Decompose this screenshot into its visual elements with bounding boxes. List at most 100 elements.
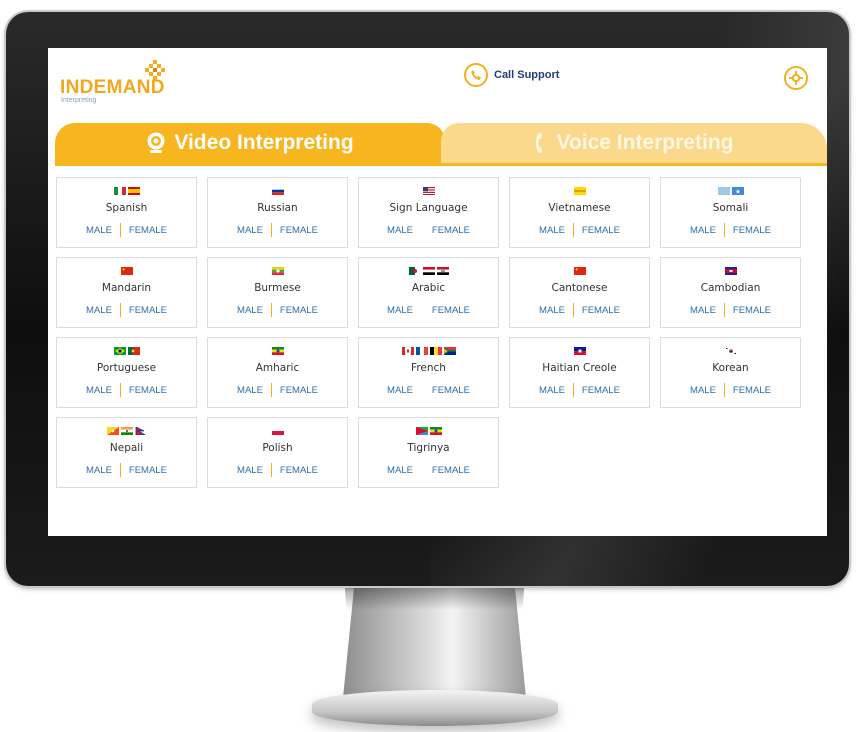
gender-options: MALE FEMALE bbox=[208, 303, 347, 317]
female-interpreter-link[interactable]: FEMALE bbox=[432, 305, 470, 316]
language-card[interactable]: Cambodian MALE FEMALE bbox=[660, 257, 801, 328]
flag-france-icon bbox=[415, 347, 428, 355]
female-interpreter-link[interactable]: FEMALE bbox=[733, 385, 771, 396]
gender-options: MALE FEMALE bbox=[510, 223, 649, 237]
flag-group bbox=[661, 187, 800, 195]
flag-usa-icon bbox=[422, 187, 435, 195]
tab-video-interpreting[interactable]: Video Interpreting bbox=[55, 123, 445, 163]
flag-korea-icon bbox=[724, 347, 737, 355]
female-interpreter-link[interactable]: FEMALE bbox=[280, 225, 318, 236]
tab-video-label: Video Interpreting bbox=[174, 131, 354, 154]
language-grid: Spanish MALE FEMALE Russian MALE FEMALE Sign L… bbox=[56, 177, 801, 488]
flag-group bbox=[208, 267, 347, 275]
flag-group bbox=[57, 187, 196, 195]
gender-options: MALE FEMALE bbox=[208, 383, 347, 397]
language-card[interactable]: Burmese MALE FEMALE bbox=[207, 257, 348, 328]
flag-poland-icon bbox=[271, 427, 284, 435]
language-card[interactable]: Nepali MALE FEMALE bbox=[56, 417, 197, 488]
gender-options: MALE FEMALE bbox=[57, 303, 196, 317]
female-interpreter-link[interactable]: FEMALE bbox=[280, 465, 318, 476]
flag-eritrea-icon bbox=[415, 427, 428, 435]
male-interpreter-link[interactable]: MALE bbox=[86, 465, 112, 476]
female-interpreter-link[interactable]: FEMALE bbox=[129, 225, 167, 236]
female-interpreter-link[interactable]: FEMALE bbox=[129, 385, 167, 396]
flag-group bbox=[57, 347, 196, 355]
language-card[interactable]: French MALE FEMALE bbox=[358, 337, 499, 408]
settings-gear-icon[interactable] bbox=[784, 66, 808, 90]
language-name: Russian bbox=[257, 202, 298, 214]
male-interpreter-link[interactable]: MALE bbox=[387, 465, 413, 476]
male-interpreter-link[interactable]: MALE bbox=[387, 225, 413, 236]
male-interpreter-link[interactable]: MALE bbox=[539, 385, 565, 396]
language-name: Amharic bbox=[255, 362, 300, 374]
language-card[interactable]: Polish MALE FEMALE bbox=[207, 417, 348, 488]
flag-ethiopia-icon bbox=[429, 427, 442, 435]
flag-group bbox=[510, 347, 649, 355]
female-interpreter-link[interactable]: FEMALE bbox=[582, 385, 620, 396]
language-card[interactable]: Mandarin MALE FEMALE bbox=[56, 257, 197, 328]
female-interpreter-link[interactable]: FEMALE bbox=[733, 225, 771, 236]
male-interpreter-link[interactable]: MALE bbox=[690, 225, 716, 236]
language-card[interactable]: Haitian Creole MALE FEMALE bbox=[509, 337, 650, 408]
female-interpreter-link[interactable]: FEMALE bbox=[582, 305, 620, 316]
flag-group bbox=[208, 347, 347, 355]
tab-voice-interpreting[interactable]: Voice Interpreting bbox=[441, 123, 827, 163]
language-name: Arabic bbox=[411, 282, 446, 294]
male-interpreter-link[interactable]: MALE bbox=[237, 305, 263, 316]
language-card[interactable]: Tigrinya MALE FEMALE bbox=[358, 417, 499, 488]
female-interpreter-link[interactable]: FEMALE bbox=[432, 225, 470, 236]
language-name: Polish bbox=[262, 442, 293, 454]
male-interpreter-link[interactable]: MALE bbox=[86, 305, 112, 316]
language-name: Vietnamese bbox=[548, 202, 611, 214]
flag-group bbox=[208, 427, 347, 435]
flag-brazil-icon bbox=[113, 347, 126, 355]
female-interpreter-link[interactable]: FEMALE bbox=[432, 385, 470, 396]
language-card[interactable]: Amharic MALE FEMALE bbox=[207, 337, 348, 408]
male-interpreter-link[interactable]: MALE bbox=[86, 225, 112, 236]
male-interpreter-link[interactable]: MALE bbox=[237, 385, 263, 396]
male-interpreter-link[interactable]: MALE bbox=[690, 305, 716, 316]
female-interpreter-link[interactable]: FEMALE bbox=[129, 465, 167, 476]
flag-ethiopia-icon bbox=[271, 347, 284, 355]
female-interpreter-link[interactable]: FEMALE bbox=[280, 385, 318, 396]
gender-divider bbox=[270, 463, 272, 477]
language-card[interactable]: Vietnamese MALE FEMALE bbox=[509, 177, 650, 248]
female-interpreter-link[interactable]: FEMALE bbox=[432, 465, 470, 476]
female-interpreter-link[interactable]: FEMALE bbox=[733, 305, 771, 316]
flag-china-icon bbox=[573, 267, 586, 275]
logo-text: INDEMAND bbox=[60, 77, 165, 98]
male-interpreter-link[interactable]: MALE bbox=[539, 225, 565, 236]
gender-divider bbox=[119, 383, 121, 397]
flag-spain-icon bbox=[127, 187, 140, 195]
language-card[interactable]: Sign Language MALE FEMALE bbox=[358, 177, 499, 248]
language-name: Mandarin bbox=[101, 282, 152, 294]
male-interpreter-link[interactable]: MALE bbox=[387, 305, 413, 316]
language-card[interactable]: Korean MALE FEMALE bbox=[660, 337, 801, 408]
flag-algeria-icon bbox=[408, 267, 421, 275]
male-interpreter-link[interactable]: MALE bbox=[690, 385, 716, 396]
flag-china-icon bbox=[120, 267, 133, 275]
female-interpreter-link[interactable]: FEMALE bbox=[280, 305, 318, 316]
gender-divider bbox=[270, 383, 272, 397]
male-interpreter-link[interactable]: MALE bbox=[387, 385, 413, 396]
female-interpreter-link[interactable]: FEMALE bbox=[582, 225, 620, 236]
language-card[interactable]: Portuguese MALE FEMALE bbox=[56, 337, 197, 408]
call-support-link[interactable]: Call Support bbox=[464, 63, 559, 87]
language-card[interactable]: Russian MALE FEMALE bbox=[207, 177, 348, 248]
male-interpreter-link[interactable]: MALE bbox=[237, 225, 263, 236]
language-card[interactable]: Spanish MALE FEMALE bbox=[56, 177, 197, 248]
flag-bhutan-icon bbox=[106, 427, 119, 435]
male-interpreter-link[interactable]: MALE bbox=[86, 385, 112, 396]
language-name: Cambodian bbox=[700, 282, 761, 294]
male-interpreter-link[interactable]: MALE bbox=[539, 305, 565, 316]
language-card[interactable]: Cantonese MALE FEMALE bbox=[509, 257, 650, 328]
gender-options: MALE FEMALE bbox=[510, 303, 649, 317]
female-interpreter-link[interactable]: FEMALE bbox=[129, 305, 167, 316]
gender-options: MALE FEMALE bbox=[208, 223, 347, 237]
gender-options: MALE FEMALE bbox=[208, 463, 347, 477]
language-card[interactable]: Somali MALE FEMALE bbox=[660, 177, 801, 248]
male-interpreter-link[interactable]: MALE bbox=[237, 465, 263, 476]
language-card[interactable]: Arabic MALE FEMALE bbox=[358, 257, 499, 328]
flag-group bbox=[57, 267, 196, 275]
gender-divider bbox=[422, 463, 423, 477]
